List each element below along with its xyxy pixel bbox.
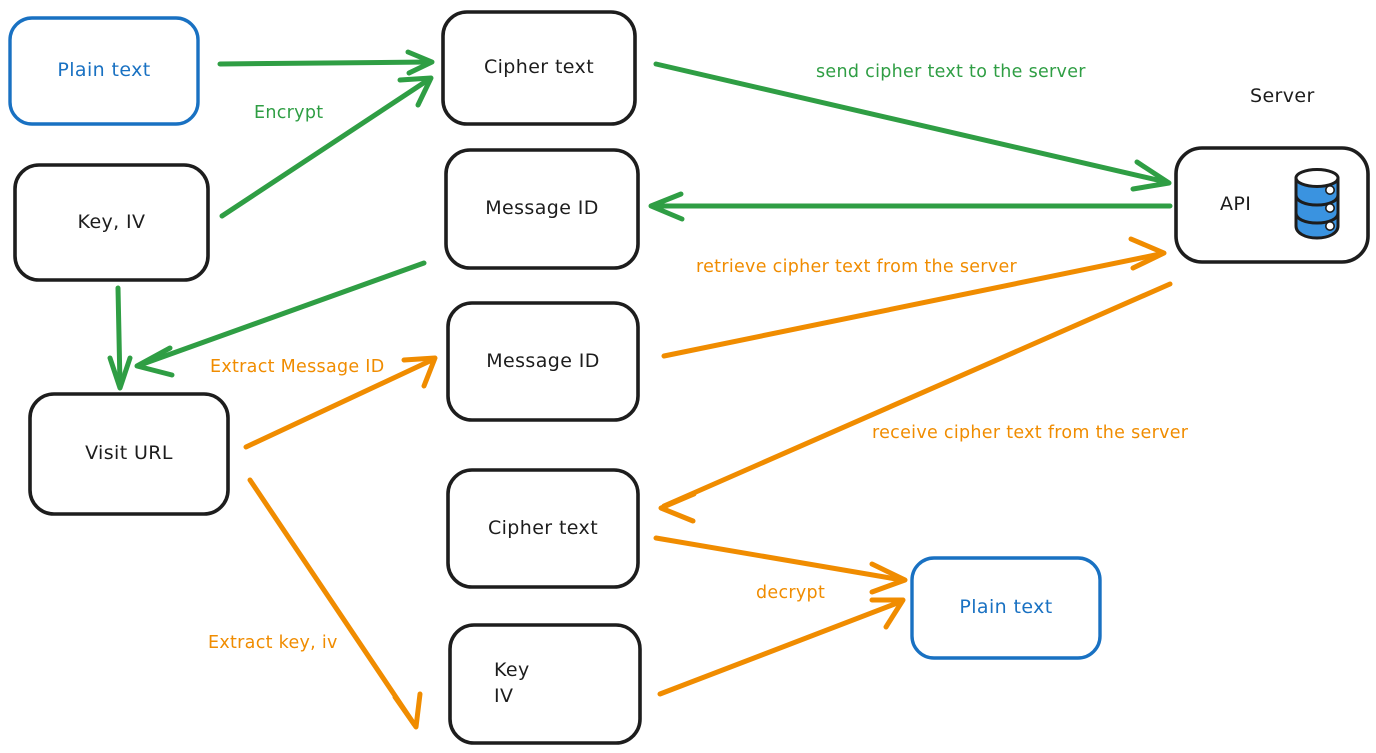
edge-label-extract-key-iv: Extract key, iv: [208, 633, 338, 653]
database-icon: [1294, 168, 1340, 240]
edge-label-retrieve-cipher: retrieve cipher text from the server: [696, 257, 1018, 277]
edge-label-encrypt: Encrypt: [254, 103, 324, 123]
edge-label-receive-cipher: receive cipher text from the server: [872, 423, 1189, 443]
server-caption: Server: [1250, 85, 1315, 107]
edge-label-decrypt: decrypt: [756, 583, 826, 603]
edge-label-send-cipher: send cipher text to the server: [816, 62, 1086, 82]
database-icon-layer: [1294, 168, 1340, 240]
edge-label-extract-message-id: Extract Message ID: [210, 357, 385, 377]
diagram-canvas: Plain text Key, IV Visit URL Cipher text…: [0, 0, 1376, 753]
